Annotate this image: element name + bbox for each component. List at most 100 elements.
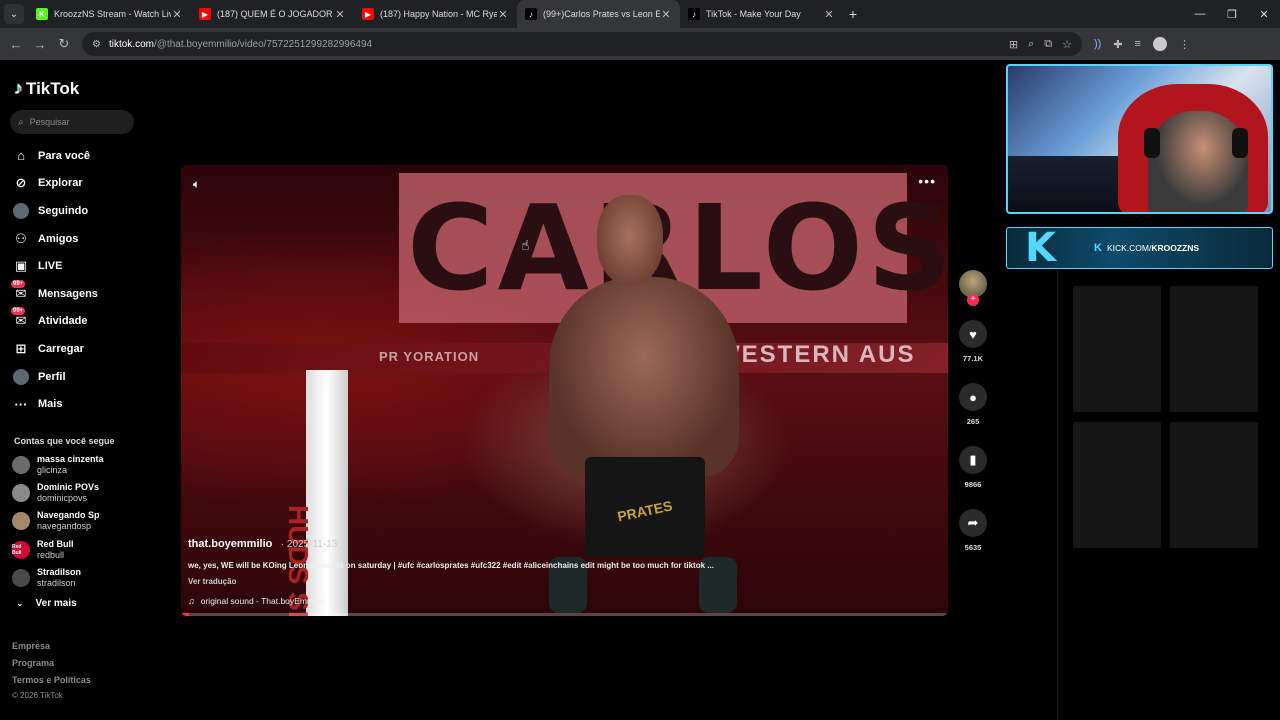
share-icon[interactable]: ➦ bbox=[959, 509, 987, 537]
video-author[interactable]: that.boyemmilio bbox=[188, 538, 272, 550]
video-info: that.boyemmilio · 2025-11-13 we, yes, WE… bbox=[188, 534, 908, 606]
browser-tab[interactable]: ♪ (99+)Carlos Prates vs Leon Edw ✕ bbox=[517, 0, 680, 28]
thumbnail-placeholder[interactable] bbox=[1170, 422, 1258, 548]
plus-icon: + bbox=[848, 6, 858, 22]
see-more-button[interactable]: ⌄ Ver mais bbox=[16, 598, 77, 609]
new-tab-button[interactable]: + bbox=[843, 6, 863, 22]
site-info-icon[interactable]: ⚙ bbox=[92, 39, 101, 50]
browser-tab[interactable]: K KroozzNS Stream - Watch Live ✕ bbox=[28, 0, 191, 28]
action-buttons: ♥ 77.1K ● 265 ▮ 9866 ➦ 5635 bbox=[957, 320, 989, 552]
nav-icon-wrap bbox=[12, 202, 30, 220]
kick-logo-icon: K bbox=[1025, 225, 1056, 271]
nav-item[interactable]: ⌂ Para você bbox=[12, 142, 142, 170]
author-avatar[interactable]: + bbox=[959, 270, 987, 306]
following-account[interactable]: Navegando Sp navegandosp bbox=[12, 507, 142, 535]
following-avatar-icon bbox=[13, 202, 29, 219]
search-box: ⌕ bbox=[10, 110, 134, 134]
see-translation-link[interactable]: Ver tradução bbox=[188, 577, 908, 586]
main-nav: ⌂ Para você ⊘ Explorar Seguindo ⚇ Amigos ▣ LIVE ✉… bbox=[11, 142, 142, 418]
account-name: Navegando Sp bbox=[37, 510, 100, 521]
minimize-icon[interactable]: — bbox=[1184, 8, 1216, 20]
action-share[interactable]: ➦ 5635 bbox=[957, 509, 989, 552]
following-account[interactable]: Stradilson stradilson bbox=[12, 564, 142, 592]
tab-close-icon[interactable]: ✕ bbox=[334, 8, 346, 21]
nav-item[interactable]: ⊞ Carregar bbox=[12, 335, 142, 363]
follow-plus-icon[interactable]: + bbox=[967, 294, 979, 306]
nav-item[interactable]: ⊘ Explorar bbox=[12, 170, 142, 198]
close-window-icon[interactable]: ✕ bbox=[1248, 8, 1280, 21]
nav-item[interactable]: ⚇ Amigos bbox=[12, 225, 142, 253]
nav-item[interactable]: Seguindo bbox=[12, 197, 142, 225]
tab-title: (99+)Carlos Prates vs Leon Edw bbox=[543, 9, 660, 19]
restore-icon[interactable]: ❐ bbox=[1216, 8, 1248, 21]
tab-close-icon[interactable]: ✕ bbox=[171, 8, 183, 21]
action-comment[interactable]: ● 265 bbox=[957, 383, 989, 426]
action-heart[interactable]: ♥ 77.1K bbox=[957, 320, 989, 363]
heart-icon[interactable]: ♥ bbox=[959, 320, 987, 348]
nav-item[interactable]: ▣ LIVE bbox=[12, 252, 142, 280]
nav-item[interactable]: Perfil bbox=[12, 363, 142, 391]
video-progress-bar[interactable] bbox=[181, 613, 948, 616]
nav-item-label: Para você bbox=[38, 149, 90, 162]
thumbnail-placeholder[interactable] bbox=[1073, 286, 1161, 412]
browser-tab[interactable]: ▶ (187) Happy Nation - MC Ryan ✕ bbox=[354, 0, 517, 28]
following-account[interactable]: Dominic POVs dominicpovs bbox=[12, 479, 142, 507]
browser-tab[interactable]: ▶ (187) QUEM É O JOGADOR PR✕ bbox=[191, 0, 354, 28]
account-name: Dominic POVs bbox=[37, 482, 100, 493]
search-input[interactable] bbox=[29, 117, 120, 127]
kebab-menu-icon[interactable]: ⋮ bbox=[1179, 38, 1190, 51]
extensions-icon[interactable]: ✚ bbox=[1113, 38, 1122, 51]
nav-item[interactable]: ✉ 99+ Atividade bbox=[11, 307, 142, 336]
right-panel-divider bbox=[1057, 270, 1058, 720]
following-account[interactable]: Red Bull Red Bull redbull bbox=[12, 536, 142, 564]
back-arrow-icon[interactable]: ← bbox=[4, 37, 28, 52]
tab-close-icon[interactable]: ✕ bbox=[497, 8, 509, 21]
more-options-icon[interactable]: ••• bbox=[918, 173, 936, 189]
forward-arrow-icon[interactable]: → bbox=[28, 37, 52, 52]
nav-item[interactable]: ··· Mais bbox=[12, 390, 142, 418]
nav-item-label: Carregar bbox=[38, 342, 84, 355]
browser-tab[interactable]: ♪ TikTok - Make Your Day ✕ bbox=[680, 0, 843, 28]
tiktok-sidebar: ♪ TikTok ⌕ ⌂ Para você ⊘ Explorar Seguindo ⚇ A… bbox=[0, 60, 145, 720]
bookmark-icon[interactable]: ▮ bbox=[959, 446, 987, 474]
tab-close-icon[interactable]: ✕ bbox=[660, 8, 672, 21]
thumbnail-placeholder[interactable] bbox=[1170, 286, 1258, 412]
bookmark-star-icon[interactable]: ☆ bbox=[1062, 38, 1072, 51]
friends-icon: ⚇ bbox=[15, 230, 27, 246]
footer-link-program[interactable]: Programa bbox=[12, 655, 91, 672]
footer-link-terms[interactable]: Termos e Políticas bbox=[12, 672, 91, 689]
reading-list-icon[interactable]: ≡ bbox=[1135, 38, 1141, 50]
more-icon: ··· bbox=[14, 396, 28, 412]
tiktok-logo[interactable]: ♪ TikTok bbox=[14, 78, 79, 99]
zoom-icon[interactable]: ⌕ bbox=[1028, 38, 1034, 51]
media-control-icon[interactable]: )) bbox=[1094, 38, 1101, 50]
install-app-icon[interactable]: ⧉ bbox=[1044, 38, 1052, 51]
copyright: © 2026 TikTok bbox=[12, 691, 63, 701]
see-more-label: Ver mais bbox=[35, 598, 77, 609]
profile-avatar[interactable] bbox=[1152, 37, 1167, 51]
mouse-pointer-icon: ☝︎ bbox=[521, 237, 530, 253]
account-name: Stradilson bbox=[37, 566, 82, 577]
translate-icon[interactable]: ⊞ bbox=[1009, 38, 1018, 51]
thumbnail-placeholder[interactable] bbox=[1073, 422, 1161, 548]
following-account[interactable]: massa cinzenta glicinza bbox=[12, 451, 142, 479]
tab-search-button[interactable]: ⌄ bbox=[4, 4, 24, 24]
action-bookmark[interactable]: ▮ 9866 bbox=[957, 446, 989, 489]
tab-close-icon[interactable]: ✕ bbox=[823, 8, 835, 21]
webcam-overlay bbox=[1006, 64, 1273, 214]
address-bar[interactable]: ⚙ tiktok.com/@that.boyemmilio/video/7572… bbox=[82, 32, 1082, 56]
video-player[interactable]: CARLOS PR YORATION WESTERN AUS HUDS SHIP… bbox=[181, 165, 948, 616]
tab-title: (187) Happy Nation - MC Ryan bbox=[380, 9, 497, 19]
tab-favicon-icon: K bbox=[36, 8, 48, 20]
action-count: 77.1K bbox=[962, 354, 983, 363]
comment-icon[interactable]: ● bbox=[959, 383, 987, 411]
reload-icon[interactable]: ↻ bbox=[52, 36, 76, 52]
search-icon[interactable]: ⌕ bbox=[18, 117, 24, 128]
nav-item[interactable]: ✉ 99+ Mensagens bbox=[11, 279, 142, 308]
nav-icon-wrap: ⚇ bbox=[12, 230, 30, 248]
kick-small-logo-icon: K bbox=[1094, 242, 1102, 254]
footer-link-company[interactable]: Empresa bbox=[12, 638, 91, 655]
volume-icon[interactable]: 🔈︎ bbox=[193, 177, 200, 192]
video-sound[interactable]: ♫ original sound - That.boyEmmilio bbox=[188, 596, 908, 606]
video-progress-fill bbox=[181, 613, 189, 616]
